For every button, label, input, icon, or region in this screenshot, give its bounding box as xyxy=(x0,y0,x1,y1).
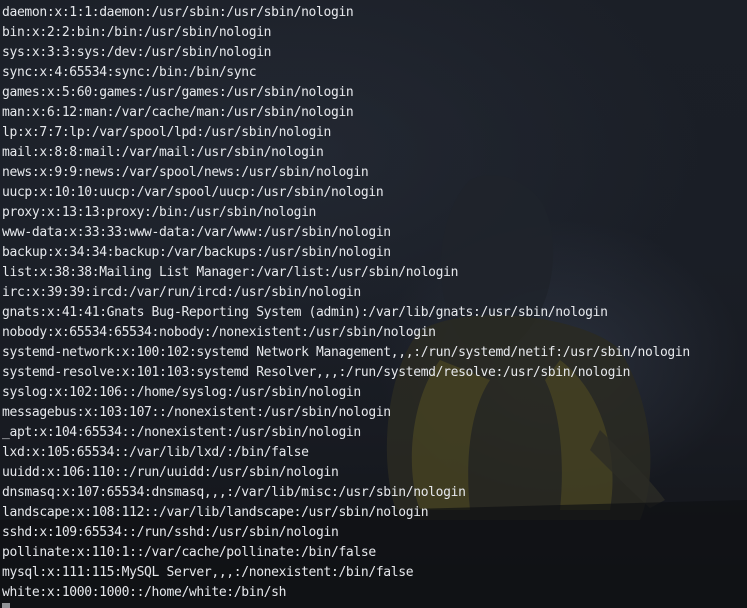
terminal-line: backup:x:34:34:backup:/var/backups:/usr/… xyxy=(2,245,391,260)
terminal-line: games:x:5:60:games:/usr/games:/usr/sbin/… xyxy=(2,85,354,100)
terminal-line: sshd:x:109:65534::/run/sshd:/usr/sbin/no… xyxy=(2,525,339,540)
terminal-line: pollinate:x:110:1::/var/cache/pollinate:… xyxy=(2,545,376,560)
terminal-output[interactable]: daemon:x:1:1:daemon:/usr/sbin:/usr/sbin/… xyxy=(2,3,690,603)
terminal-window[interactable]: daemon:x:1:1:daemon:/usr/sbin:/usr/sbin/… xyxy=(0,0,747,608)
terminal-line: www-data:x:33:33:www-data:/var/www:/usr/… xyxy=(2,225,391,240)
terminal-line: sys:x:3:3:sys:/dev:/usr/sbin/nologin xyxy=(2,45,272,60)
terminal-cursor xyxy=(2,603,10,608)
terminal-line: man:x:6:12:man:/var/cache/man:/usr/sbin/… xyxy=(2,105,354,120)
terminal-line: list:x:38:38:Mailing List Manager:/var/l… xyxy=(2,265,459,280)
terminal-line: news:x:9:9:news:/var/spool/news:/usr/sbi… xyxy=(2,165,369,180)
terminal-line: sync:x:4:65534:sync:/bin:/bin/sync xyxy=(2,65,257,80)
terminal-line: mysql:x:111:115:MySQL Server,,,:/nonexis… xyxy=(2,565,414,580)
terminal-line: landscape:x:108:112::/var/lib/landscape:… xyxy=(2,505,429,520)
terminal-line: uuidd:x:106:110::/run/uuidd:/usr/sbin/no… xyxy=(2,465,339,480)
terminal-line: lp:x:7:7:lp:/var/spool/lpd:/usr/sbin/nol… xyxy=(2,125,331,140)
terminal-line: nobody:x:65534:65534:nobody:/nonexistent… xyxy=(2,325,436,340)
terminal-line: syslog:x:102:106::/home/syslog:/usr/sbin… xyxy=(2,385,361,400)
terminal-line: uucp:x:10:10:uucp:/var/spool/uucp:/usr/s… xyxy=(2,185,384,200)
terminal-line: mail:x:8:8:mail:/var/mail:/usr/sbin/nolo… xyxy=(2,145,324,160)
terminal-line: bin:x:2:2:bin:/bin:/usr/sbin/nologin xyxy=(2,25,272,40)
terminal-line: _apt:x:104:65534::/nonexistent:/usr/sbin… xyxy=(2,425,361,440)
terminal-line: lxd:x:105:65534::/var/lib/lxd/:/bin/fals… xyxy=(2,445,309,460)
terminal-line: irc:x:39:39:ircd:/var/run/ircd:/usr/sbin… xyxy=(2,285,361,300)
terminal-line: messagebus:x:103:107::/nonexistent:/usr/… xyxy=(2,405,391,420)
terminal-line: gnats:x:41:41:Gnats Bug-Reporting System… xyxy=(2,305,608,320)
terminal-line: systemd-resolve:x:101:103:systemd Resolv… xyxy=(2,365,631,380)
terminal-line: systemd-network:x:100:102:systemd Networ… xyxy=(2,345,690,360)
terminal-line: proxy:x:13:13:proxy:/bin:/usr/sbin/nolog… xyxy=(2,205,317,220)
terminal-line: dnsmasq:x:107:65534:dnsmasq,,,:/var/lib/… xyxy=(2,485,466,500)
terminal-line: white:x:1000:1000::/home/white:/bin/sh xyxy=(2,585,287,600)
terminal-line: daemon:x:1:1:daemon:/usr/sbin:/usr/sbin/… xyxy=(2,5,354,20)
